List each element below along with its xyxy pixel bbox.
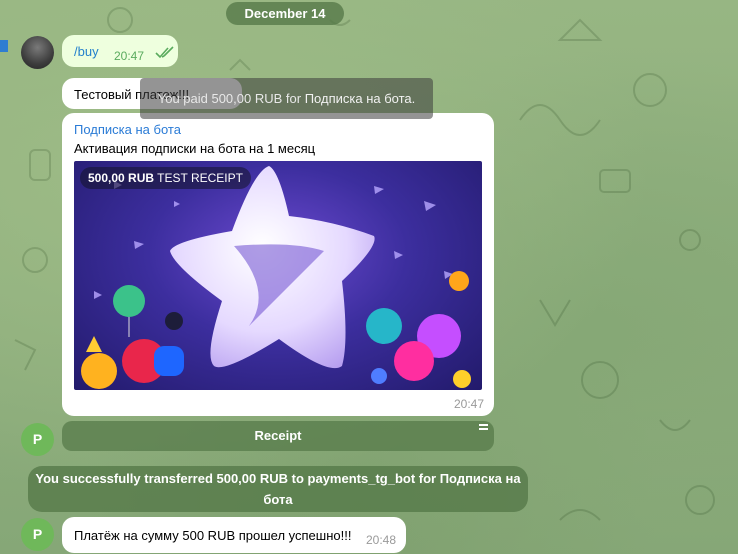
chat-left-accent bbox=[0, 40, 8, 52]
receipt-button[interactable]: Receipt bbox=[62, 421, 494, 451]
bot-avatar[interactable]: P bbox=[21, 423, 54, 456]
receipt-label: TEST RECEIPT bbox=[157, 171, 243, 185]
bot-avatar[interactable]: P bbox=[21, 518, 54, 551]
receipt-badge: 500,00 RUB TEST RECEIPT bbox=[80, 167, 251, 189]
invoice-title: Подписка на бота bbox=[74, 122, 181, 137]
toast-prefix: You paid 500,00 RUB for bbox=[157, 91, 305, 106]
invoice-amount: 500,00 RUB bbox=[88, 171, 155, 185]
message-time: 20:47 bbox=[114, 49, 145, 63]
invoice-message[interactable]: Подписка на бота Активация подписки на б… bbox=[62, 113, 494, 416]
incoming-message[interactable]: Платёж на сумму 500 RUB прошел успешно!!… bbox=[62, 517, 406, 553]
receipt-button-label: Receipt bbox=[254, 428, 302, 443]
receipt-icon bbox=[479, 424, 488, 430]
toast-item: Подписка на бота. bbox=[304, 91, 416, 106]
date-separator: December 14 bbox=[226, 2, 344, 25]
double-check-icon bbox=[155, 46, 174, 59]
payment-toast: You paid 500,00 RUB for Подписка на бота… bbox=[140, 78, 433, 119]
message-text: Платёж на сумму 500 RUB прошел успешно!!… bbox=[74, 528, 352, 543]
invoice-image[interactable]: 500,00 RUB TEST RECEIPT bbox=[74, 161, 482, 390]
message-text[interactable]: /buy bbox=[74, 44, 99, 59]
message-time: 20:48 bbox=[366, 533, 397, 547]
star-illustration bbox=[81, 166, 471, 389]
message-time: 20:47 bbox=[453, 397, 484, 411]
outgoing-message[interactable]: /buy 20:47 bbox=[62, 35, 178, 67]
service-message: You successfully transferred 500,00 RUB … bbox=[28, 466, 528, 512]
user-avatar[interactable] bbox=[21, 36, 54, 69]
invoice-description: Активация подписки на бота на 1 месяц bbox=[74, 141, 316, 156]
